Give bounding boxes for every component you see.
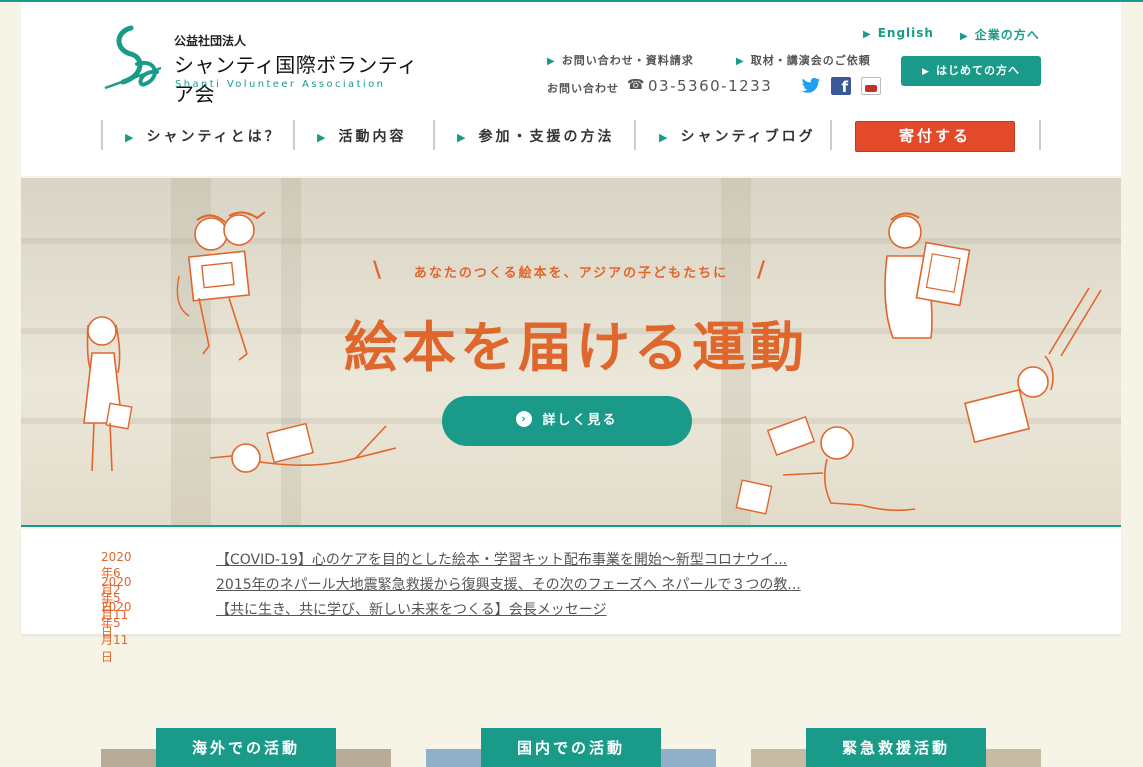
children-reading-illustration: [176, 211, 266, 361]
logo-english-name: Shanti Volunteer Association: [175, 79, 386, 90]
overseas-activity-label[interactable]: 海外での活動: [156, 728, 336, 767]
phone-icon: ☎: [627, 77, 645, 93]
logo-org-name: シャンティ国際ボランティア会: [174, 53, 418, 106]
logo-corp-label: 公益社団法人: [174, 34, 247, 48]
news-title-link[interactable]: 【COVID-19】心のケアを目的とした絵本・学習キット配布事業を開始〜新型コロ…: [216, 549, 816, 569]
boy-lying-reading-illustration: [209, 422, 397, 473]
inquiry-link[interactable]: ▶ お問い合わせ・資料請求: [547, 52, 694, 68]
twitter-icon[interactable]: [801, 77, 821, 95]
english-link[interactable]: ▶ English: [863, 26, 934, 40]
beginner-guide-button[interactable]: ▶ はじめての方へ: [901, 56, 1041, 86]
nav-item-blog[interactable]: ▶ シャンティブログ: [659, 126, 816, 146]
girl-with-bag-illustration: [83, 316, 133, 472]
news-title-link[interactable]: 【共に生き、共に学び、新しい未来をつくる】会長メッセージ: [216, 599, 816, 619]
girl-reading-on-floor-illustration: [964, 287, 1102, 444]
triangle-right-icon: ▶: [922, 67, 930, 77]
triangle-right-icon: ▶: [317, 131, 329, 144]
triangle-right-icon: ▶: [736, 56, 745, 67]
hero-subtitle: あなたのつくる絵本を、アジアの子どもたちに: [413, 266, 729, 281]
hero-details-button[interactable]: › 詳しく見る: [442, 396, 692, 446]
triangle-right-icon: ▶: [457, 131, 469, 144]
news-title-link[interactable]: 2015年のネパール大地震緊急救援から復興支援、その次のフェーズへ ネパールで３…: [216, 574, 816, 594]
emergency-activity-label[interactable]: 緊急救援活動: [806, 728, 986, 767]
nav-divider: [830, 120, 832, 150]
nav-item-activities[interactable]: ▶ 活動内容: [317, 126, 406, 146]
donate-button[interactable]: 寄付する: [855, 121, 1015, 152]
phone-number[interactable]: 03-5360-1233: [648, 77, 772, 95]
chevron-right-icon: ›: [516, 411, 533, 427]
facebook-icon[interactable]: f: [831, 77, 851, 96]
nav-divider: [293, 120, 295, 150]
nav-divider: [1039, 120, 1041, 150]
nav-divider: [433, 120, 435, 150]
site-header: 公益社団法人 シャンティ国際ボランティア会 Shanti Volunteer A…: [21, 2, 1121, 176]
nav-item-about[interactable]: ▶ シャンティとは？: [125, 126, 282, 146]
boy-playing-illustration: [735, 415, 916, 515]
phone-label: お問い合わせ: [547, 82, 619, 95]
nav-item-support[interactable]: ▶ 参加・支援の方法: [457, 126, 614, 146]
hero-title: 絵本を届ける運動: [344, 315, 808, 379]
triangle-right-icon: ▶: [547, 56, 556, 67]
corporate-link[interactable]: ▶ 企業の方へ: [960, 26, 1040, 43]
news-list: 2020年6月2日 【COVID-19】心のケアを目的とした絵本・学習キット配布…: [21, 529, 1121, 664]
triangle-right-icon: ▶: [125, 131, 137, 144]
youtube-icon[interactable]: [861, 77, 881, 95]
news-date: 2020年5月11日: [101, 600, 132, 664]
triangle-right-icon: ▶: [863, 29, 872, 40]
triangle-right-icon: ▶: [960, 31, 969, 42]
site-logo[interactable]: 公益社団法人 シャンティ国際ボランティア会 Shanti Volunteer A…: [101, 24, 431, 106]
main-nav: ▶ シャンティとは？ ▶ 活動内容 ▶ 参加・支援の方法 ▶ シャンティブログ 寄付する: [101, 120, 1041, 152]
domestic-activity-label[interactable]: 国内での活動: [481, 728, 661, 767]
nav-divider: [101, 120, 103, 150]
lecture-request-link[interactable]: ▶ 取材・講演会のご依頼: [736, 52, 871, 68]
nav-divider: [634, 120, 636, 150]
logo-mark-icon: [104, 25, 162, 90]
triangle-right-icon: ▶: [659, 131, 671, 144]
hero-banner[interactable]: \ / あなたのつくる絵本を、アジアの子どもたちに 絵本を届ける運動 › 詳しく見…: [21, 178, 1121, 527]
